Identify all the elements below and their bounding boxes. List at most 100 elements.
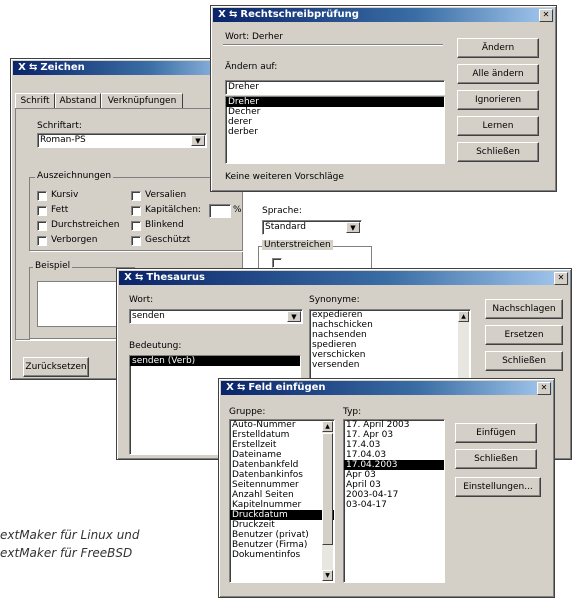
status-text: Keine weiteren Vorschläge	[225, 172, 344, 182]
schliessen-button[interactable]: Schließen	[485, 351, 563, 371]
list-item[interactable]: Benutzer (Firma)	[230, 540, 334, 550]
tab-abstand[interactable]: Abstand	[55, 93, 101, 109]
list-item[interactable]: 17. Apr 03	[344, 430, 444, 440]
nachschlagen-button[interactable]: Nachschlagen	[485, 299, 563, 319]
typ-label: Typ:	[343, 407, 362, 417]
lernen-button[interactable]: Lernen	[457, 116, 539, 136]
schliessen-button[interactable]: Schließen	[455, 449, 537, 469]
list-item[interactable]: Benutzer (privat)	[230, 530, 334, 540]
aendern-auf-label: Ändern auf:	[225, 62, 278, 72]
list-item[interactable]: 2003-04-17	[344, 490, 444, 500]
unterstreichen-checkbox[interactable]	[272, 258, 282, 268]
list-item[interactable]: derber	[226, 127, 444, 137]
aendern-auf-input[interactable]: Dreher	[225, 80, 445, 95]
close-icon[interactable]: ✕	[537, 382, 551, 395]
list-item[interactable]: Apr 03	[344, 470, 444, 480]
list-item[interactable]: Seitennummer	[230, 480, 334, 490]
feld-title: Feld einfügen	[248, 382, 326, 393]
list-item[interactable]: Datenbankinfos	[230, 470, 334, 480]
scroll-up-icon[interactable]: ▲	[322, 421, 333, 432]
ersetzen-button[interactable]: Ersetzen	[485, 325, 563, 345]
percent-label: %	[233, 205, 242, 215]
chevron-down-icon[interactable]: ▼	[191, 135, 205, 146]
gruppe-list[interactable]: Auto-Nummer Erstelldatum Erstellzeit Dat…	[229, 419, 335, 583]
durchstreichen-checkbox[interactable]	[37, 221, 47, 231]
einstellungen-button[interactable]: Einstellungen...	[455, 477, 541, 497]
list-item[interactable]: verschicken	[310, 350, 470, 360]
list-item[interactable]: Dokumentinfos	[230, 550, 334, 560]
thesaurus-title: Thesaurus	[146, 272, 205, 283]
list-item[interactable]: 17.4.03	[344, 440, 444, 450]
list-item[interactable]: Kapitelnummer	[230, 500, 334, 510]
list-item[interactable]: expedieren	[310, 310, 470, 320]
kapitaelchen-checkbox[interactable]	[131, 206, 141, 216]
list-item[interactable]: Dreher	[226, 97, 444, 107]
aendern-auf-value: Dreher	[228, 82, 259, 92]
close-icon[interactable]: ✕	[554, 272, 568, 285]
einfuegen-button[interactable]: Einfügen	[455, 423, 537, 443]
list-item[interactable]: versenden	[310, 360, 470, 370]
list-item[interactable]: Decher	[226, 107, 444, 117]
wort-select[interactable]: senden ▼	[129, 309, 303, 324]
verborgen-label: Verborgen	[51, 235, 98, 245]
gruppe-scrollbar[interactable]: ▲ ▼	[322, 421, 333, 581]
scroll-down-icon[interactable]: ▼	[322, 570, 333, 581]
close-icon[interactable]: ✕	[539, 9, 553, 22]
fett-checkbox[interactable]	[37, 206, 47, 216]
wort-value: senden	[132, 311, 165, 321]
list-item[interactable]: derer	[226, 117, 444, 127]
kapitaelchen-percent-input[interactable]	[209, 204, 231, 218]
reset-button[interactable]: Zurücksetzen	[23, 357, 89, 377]
list-item[interactable]: Dateiname	[230, 450, 334, 460]
typ-list[interactable]: 17. April 2003 17. Apr 03 17.4.03 17.04.…	[343, 419, 445, 583]
app-logo-icon: X	[218, 9, 226, 20]
ignorieren-button[interactable]: Ignorieren	[457, 90, 539, 110]
list-item[interactable]: Erstellzeit	[230, 440, 334, 450]
sprache-value: Standard	[265, 222, 306, 232]
kursiv-checkbox[interactable]	[37, 191, 47, 201]
app-logo-icon: X	[124, 272, 132, 283]
feld-dialog: X ⇆ Feld einfügen ✕ Gruppe: Auto-Nummer Er…	[218, 378, 555, 598]
sprache-select[interactable]: Standard ▼	[262, 220, 362, 235]
list-item[interactable]: Erstelldatum	[230, 430, 334, 440]
schliessen-button[interactable]: Schließen	[457, 142, 539, 162]
list-item[interactable]: nachsenden	[310, 330, 470, 340]
list-item[interactable]: 17. April 2003	[344, 420, 444, 430]
list-item[interactable]: 17.04.03	[344, 450, 444, 460]
list-item[interactable]: Druckzeit	[230, 520, 334, 530]
geschuetzt-label: Geschützt	[145, 235, 191, 245]
versalien-checkbox[interactable]	[131, 191, 141, 201]
app-logo-icon: X	[18, 62, 26, 73]
tab-verknuepfungen[interactable]: Verknüpfungen	[101, 93, 183, 109]
schriftart-select[interactable]: Roman-PS ▼	[37, 133, 207, 148]
list-item[interactable]: nachschicken	[310, 320, 470, 330]
beispiel-label: Beispiel	[33, 261, 73, 271]
list-item[interactable]: April 03	[344, 480, 444, 490]
chevron-down-icon[interactable]: ▼	[287, 311, 301, 322]
list-item[interactable]: senden (Verb)	[130, 356, 300, 366]
alle-aendern-button[interactable]: Alle ändern	[457, 64, 539, 84]
list-item[interactable]: 03-04-17	[344, 500, 444, 510]
blinkend-checkbox[interactable]	[131, 221, 141, 231]
wort-separator	[223, 44, 443, 46]
scroll-thumb[interactable]	[322, 433, 333, 545]
zeichen-titlebar[interactable]: X ⇆ Zeichen	[13, 61, 241, 75]
verborgen-checkbox[interactable]	[37, 236, 47, 246]
rechtschreib-titlebar[interactable]: X ⇆ Rechtschreibprüfung	[213, 8, 554, 22]
scroll-up-icon[interactable]: ▲	[458, 311, 469, 322]
thesaurus-titlebar[interactable]: X ⇆ Thesaurus	[119, 271, 569, 285]
list-item[interactable]: Auto-Nummer	[230, 420, 334, 430]
aendern-button[interactable]: Ändern	[457, 38, 539, 58]
list-item[interactable]: spedieren	[310, 340, 470, 350]
feld-titlebar[interactable]: X ⇆ Feld einfügen	[221, 381, 552, 395]
list-item[interactable]: 17.04.2003	[344, 460, 444, 470]
list-item[interactable]: Datenbankfeld	[230, 460, 334, 470]
list-item[interactable]: Druckdatum	[230, 510, 334, 520]
tab-schrift[interactable]: Schrift	[15, 93, 55, 109]
suggestions-list[interactable]: Dreher Decher derer derber	[225, 96, 445, 164]
synonyme-label: Synonyme:	[309, 295, 360, 305]
versalien-label: Versalien	[145, 190, 187, 200]
list-item[interactable]: Anzahl Seiten	[230, 490, 334, 500]
geschuetzt-checkbox[interactable]	[131, 236, 141, 246]
chevron-down-icon[interactable]: ▼	[346, 222, 360, 233]
